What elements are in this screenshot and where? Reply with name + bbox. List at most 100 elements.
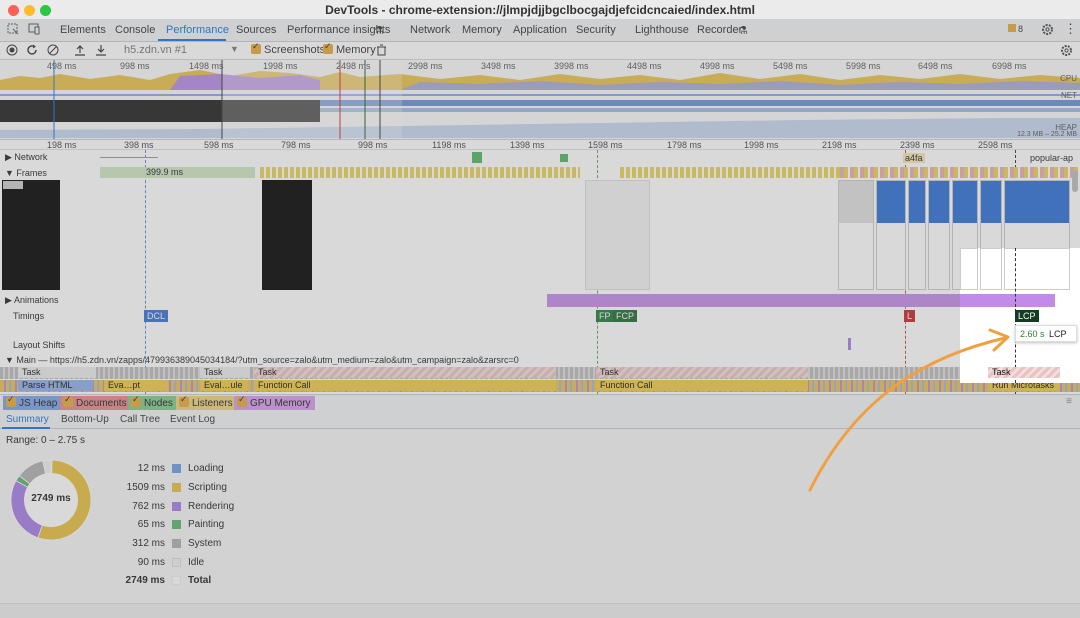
device-toolbar-icon[interactable] [28,23,40,38]
ruler-tick: 1598 ms [588,140,623,150]
flame-task-long[interactable]: Task [254,367,556,378]
overview-tick: 3498 ms [481,61,516,71]
legend-js-heap[interactable]: JS Heap [3,394,62,410]
screenshot-header [839,181,873,223]
flask-icon: ⚗ [738,25,748,37]
screenshot-frame[interactable] [928,180,950,290]
overview-tick: 2998 ms [408,61,443,71]
recording-select-value: h5.zdn.vn #1 [124,44,187,56]
tab-event-log[interactable]: Event Log [170,414,215,425]
summary-label: Rendering [188,501,235,512]
tab-console[interactable]: Console [115,24,155,36]
tab-lighthouse[interactable]: Lighthouse [635,24,689,36]
tab-security[interactable]: Security [576,24,616,36]
screenshot-frame[interactable] [2,180,60,290]
summary-value: 312 ms [132,538,165,549]
flame-evaluate-module[interactable]: Eval…ule [200,380,248,391]
recording-select[interactable]: h5.zdn.vn #1 ▼ [124,44,244,56]
scripting-swatch [172,483,181,492]
network-item-popular-ap[interactable]: popular-ap [1030,153,1073,163]
network-request-bar[interactable] [472,152,482,163]
screenshot-header [953,181,977,223]
ruler-tick: 998 ms [358,140,388,150]
network-request-bar[interactable] [560,154,568,162]
inspect-element-icon[interactable] [7,23,19,38]
frames-track-label: Frames [16,168,47,178]
network-request-bar[interactable] [100,157,158,158]
flame-task[interactable]: Task [200,367,250,378]
more-options-icon[interactable]: ⋮ [1064,21,1077,37]
network-item-a4fa[interactable]: a4fa [903,153,925,163]
tab-application[interactable]: Application [513,24,567,36]
issues-badge[interactable]: 8 [1008,24,1023,34]
capture-settings-gear-icon[interactable] [1060,44,1073,60]
frames-track-toggle[interactable]: ▼ Frames [5,168,47,178]
flame-function-call[interactable]: Function Call [596,380,808,391]
legend-nodes[interactable]: Nodes [128,394,177,410]
tracks-scrollbar[interactable] [1072,170,1078,192]
screenshot-frame[interactable] [838,180,874,290]
screenshot-frame[interactable] [908,180,926,290]
painting-swatch [172,520,181,529]
ruler-tick: 198 ms [47,140,77,150]
summary-label: Total [188,575,212,586]
heap-range: 12.3 MB – 25.2 MB [1017,131,1077,138]
ruler-tick: 1198 ms [432,140,466,150]
ruler-tick: 2198 ms [822,140,857,150]
overview-tick: 5498 ms [773,61,808,71]
summary-label: Painting [188,519,225,530]
timeline-overview[interactable]: 498 ms 998 ms 1498 ms 1998 ms 2498 ms 29… [0,60,1080,140]
screenshot-header [981,181,1001,223]
flame-parse-html[interactable]: Parse HTML [18,380,93,391]
screenshots-checkbox[interactable]: Screenshots [251,41,325,56]
legend-documents[interactable]: Documents [60,394,131,410]
checkbox-checked-icon [63,394,73,407]
frame-block[interactable]: 399.9 ms [100,167,255,178]
tab-recorder[interactable]: Recorder [697,24,742,36]
collect-garbage-icon[interactable] [376,44,387,59]
legend-label: GPU Memory [250,398,311,409]
ruler-tick: 398 ms [124,140,154,150]
tab-network[interactable]: Network [410,24,450,36]
tab-elements[interactable]: Elements [60,24,106,36]
flame-task[interactable]: Task [18,367,96,378]
settings-gear-icon[interactable] [1041,23,1054,39]
checkbox-checked-icon [6,394,16,407]
tab-call-tree[interactable]: Call Tree [120,414,160,425]
flame-evaluate-script[interactable]: Eva…pt [104,380,168,391]
flame-task-long[interactable]: Task [596,367,808,378]
animations-track-toggle[interactable]: ▶ Animations [5,295,58,306]
tab-performance[interactable]: Performance [166,24,229,36]
tab-memory[interactable]: Memory [462,24,502,36]
frame-strip[interactable] [620,167,840,178]
reload-record-icon[interactable] [26,44,38,59]
fcp-marker[interactable]: FCP [613,310,637,322]
upload-icon[interactable] [74,44,86,59]
memory-checkbox[interactable]: Memory [323,41,376,56]
screenshot-frame [960,248,978,290]
screenshot-status [3,181,23,189]
title-bar: DevTools - chrome-extension://jlmpjdjjbg… [0,0,1080,20]
fp-marker[interactable]: FP [596,310,614,322]
tab-summary[interactable]: Summary [6,414,49,425]
tab-sources[interactable]: Sources [236,24,276,36]
legend-gpu-memory[interactable]: GPU Memory [234,394,315,410]
timings-track-label: Timings [13,311,45,321]
resize-handle-icon[interactable]: ≡ [1066,396,1072,407]
flame-function-call[interactable]: Function Call [254,380,556,391]
screenshot-frame[interactable] [876,180,906,290]
collapse-triangle-icon: ▼ [5,168,17,178]
download-icon[interactable] [95,44,107,59]
summary-label: Scripting [188,482,227,493]
screenshot-frame[interactable] [585,180,650,290]
dcl-marker[interactable]: DCL [144,310,169,322]
frame-strip[interactable] [840,167,1080,178]
legend-listeners[interactable]: Listeners [176,394,237,410]
tab-bottom-up[interactable]: Bottom-Up [61,414,109,425]
screenshot-frame[interactable] [262,180,312,290]
clear-icon[interactable] [47,44,59,59]
record-icon[interactable] [6,44,18,59]
frame-strip[interactable] [260,167,580,178]
rendering-swatch [172,502,181,511]
network-track-toggle[interactable]: ▶ Network [5,152,47,163]
